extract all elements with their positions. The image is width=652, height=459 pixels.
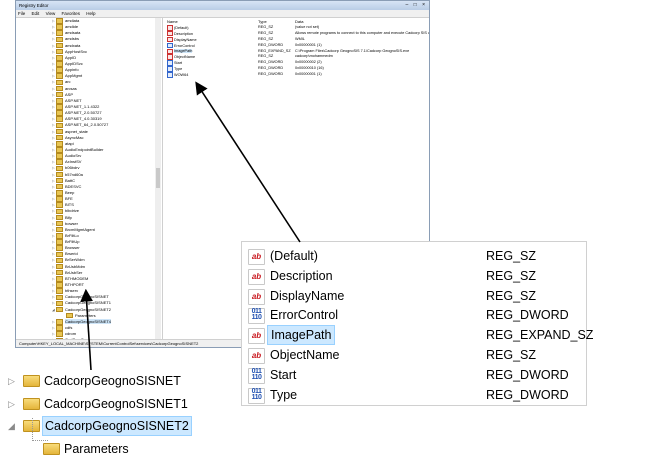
callout-arrows bbox=[80, 81, 301, 371]
arrow-to-imagepath bbox=[195, 81, 301, 243]
arrow-to-tree-node bbox=[80, 288, 94, 371]
